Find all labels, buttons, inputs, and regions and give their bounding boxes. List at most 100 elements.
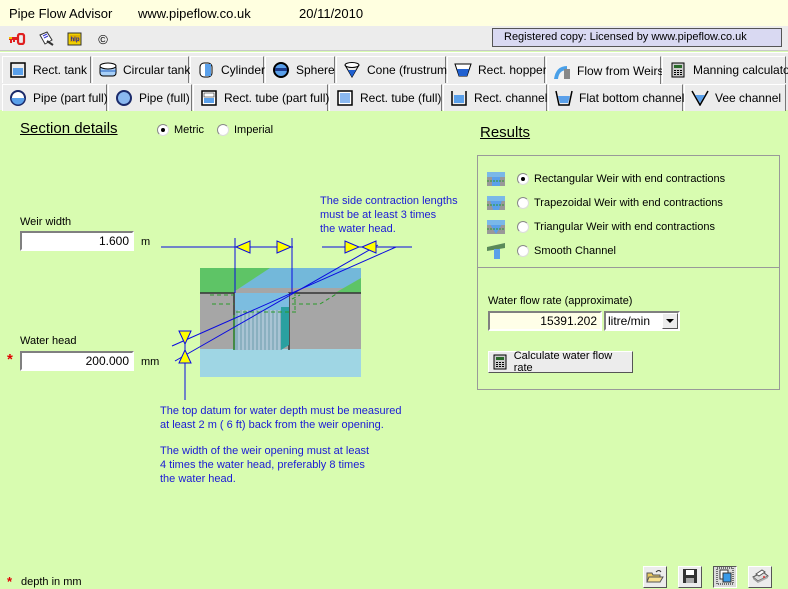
- tab-label: Flow from Weirs: [577, 63, 664, 78]
- flow-rate-label: Water flow rate (approximate): [488, 295, 633, 307]
- svg-text:hlp: hlp: [71, 37, 80, 43]
- tab-label: Vee channel: [715, 91, 782, 105]
- tab-label: Pipe (full): [139, 91, 190, 105]
- tab-cylinder[interactable]: Cylinder: [190, 56, 266, 83]
- note-line: 4 times the water head, preferably 8 tim…: [160, 459, 365, 471]
- copy-button[interactable]: [713, 566, 737, 588]
- circular-tank-icon: [99, 62, 117, 78]
- radio-label: Rectangular Weir with end contractions: [534, 173, 726, 185]
- note-line: The side contraction lengths: [320, 195, 458, 207]
- tab-rect-tube-full[interactable]: Rect. tube (full): [329, 84, 442, 111]
- tab-pipe-part-full[interactable]: Pipe (part full): [2, 84, 108, 111]
- tab-label: Pipe (part full): [33, 91, 108, 105]
- chevron-down-icon[interactable]: [662, 313, 678, 329]
- note-line: The top datum for water depth must be me…: [160, 405, 402, 417]
- tab-rect-channel[interactable]: Rect. channel: [443, 84, 547, 111]
- results-title: Results: [480, 124, 531, 141]
- note-line: the water head.: [320, 223, 396, 235]
- trapezoidal-weir-icon: [487, 196, 505, 210]
- tab-flat-bottom-channel[interactable]: Flat bottom channel: [548, 84, 685, 111]
- key-icon[interactable]: [8, 30, 26, 48]
- save-button[interactable]: [678, 566, 702, 588]
- tab-label: Cone (frustrum): [367, 63, 452, 77]
- radio-indicator: [217, 124, 229, 136]
- flow-rate-unit-select[interactable]: litre/min: [604, 311, 680, 331]
- radio-label: Imperial: [234, 124, 274, 136]
- tab-flow-from-weirs[interactable]: Flow from Weirs: [546, 56, 664, 84]
- rect-tube-part-full-icon: [200, 90, 218, 106]
- tab-label: Flat bottom channel: [579, 91, 685, 105]
- note-line: at least 2 m ( 6 ft) back from the weir …: [160, 419, 384, 431]
- tab-label: Rect. channel: [474, 91, 548, 105]
- flat-bottom-channel-icon: [555, 90, 573, 106]
- tab-label: Rect. tube (full): [360, 91, 442, 105]
- tab-label: Sphere: [296, 63, 335, 77]
- radio-indicator: [517, 245, 529, 257]
- pipe-part-full-icon: [9, 90, 27, 106]
- button-label: Calculate water flow rate: [513, 350, 613, 374]
- tab-cone[interactable]: Cone (frustrum): [336, 56, 451, 83]
- calculate-flow-rate-button[interactable]: Calculate water flow rate: [488, 350, 633, 374]
- title-bar: Pipe Flow Advisor www.pipeflow.co.uk 20/…: [0, 0, 788, 26]
- trapezoidal-weir-radio[interactable]: Trapezoidal Weir with end contractions: [517, 197, 723, 209]
- side-contraction-note: The side contraction lengths must be at …: [320, 194, 458, 236]
- section-details-title: Section details: [20, 120, 118, 137]
- tab-label: Rect. tank: [33, 63, 88, 77]
- tab-vee-channel[interactable]: Vee channel: [684, 84, 786, 111]
- tab-label: Rect. hopper: [478, 63, 547, 77]
- rect-tube-full-icon: [336, 90, 354, 106]
- imperial-radio[interactable]: Imperial: [217, 124, 273, 136]
- open-button[interactable]: [643, 566, 667, 588]
- rect-tank-icon: [9, 62, 27, 78]
- metric-radio[interactable]: Metric: [157, 124, 204, 136]
- notepad-icon[interactable]: [37, 30, 55, 48]
- tab-strip: Rect. tank Circular tank Cylinder Sphere…: [0, 52, 788, 111]
- selected-unit: litre/min: [608, 314, 651, 328]
- tab-pipe-full[interactable]: Pipe (full): [108, 84, 192, 111]
- smooth-channel-radio[interactable]: Smooth Channel: [517, 245, 616, 257]
- smooth-channel-icon: [487, 243, 505, 259]
- copyright-icon[interactable]: ©: [94, 30, 112, 48]
- rectangular-weir-radio[interactable]: Rectangular Weir with end contractions: [517, 173, 725, 185]
- rect-hopper-icon: [454, 62, 472, 78]
- tab-label: Cylinder: [221, 63, 266, 77]
- radio-indicator: [517, 173, 529, 185]
- water-head-input[interactable]: 200.000: [20, 351, 134, 371]
- print-button[interactable]: [748, 566, 772, 588]
- calculator-icon: [493, 354, 509, 370]
- falling-water: [235, 310, 281, 350]
- open-folder-icon: [646, 568, 664, 587]
- pipe-full-icon: [115, 90, 133, 106]
- note-line: must be at least 3 times: [320, 209, 437, 221]
- date: 20/11/2010: [299, 6, 364, 21]
- top-datum-note: The top datum for water depth must be me…: [160, 404, 402, 432]
- results-divider: [477, 267, 780, 268]
- weir-width-input[interactable]: 1.600: [20, 231, 134, 251]
- help-book-icon[interactable]: hlp: [66, 30, 84, 48]
- footer-note: depth in mm: [21, 576, 82, 588]
- tab-circular-tank[interactable]: Circular tank: [92, 56, 191, 83]
- sphere-icon: [272, 62, 290, 78]
- tab-sphere[interactable]: Sphere: [265, 56, 335, 83]
- website: www.pipeflow.co.uk: [138, 6, 251, 21]
- tab-manning-calculator[interactable]: Manning calculator: [662, 56, 788, 83]
- tab-rect-tank[interactable]: Rect. tank: [2, 56, 91, 83]
- app-name: Pipe Flow Advisor: [9, 6, 113, 21]
- tab-rect-tube-part-full[interactable]: Rect. tube (part full): [193, 84, 329, 111]
- weir-icon: [553, 63, 571, 79]
- tab-label: Manning calculator: [693, 63, 788, 77]
- radio-label: Smooth Channel: [534, 245, 616, 257]
- weir-width-note: The width of the weir opening must at le…: [160, 444, 369, 486]
- radio-label: Metric: [174, 124, 204, 136]
- radio-indicator: [157, 124, 169, 136]
- note-line: The width of the weir opening must at le…: [160, 445, 370, 457]
- triangular-weir-radio[interactable]: Triangular Weir with end contractions: [517, 221, 715, 233]
- tab-label: Circular tank: [123, 63, 191, 77]
- tab-rect-hopper[interactable]: Rect. hopper: [447, 56, 547, 83]
- vee-channel-icon: [691, 90, 709, 107]
- footer-required-marker: *: [7, 574, 13, 589]
- save-disk-icon: [682, 568, 698, 587]
- rectangular-weir-icon: [487, 172, 505, 186]
- print-icon: [751, 568, 769, 587]
- radio-indicator: [517, 221, 529, 233]
